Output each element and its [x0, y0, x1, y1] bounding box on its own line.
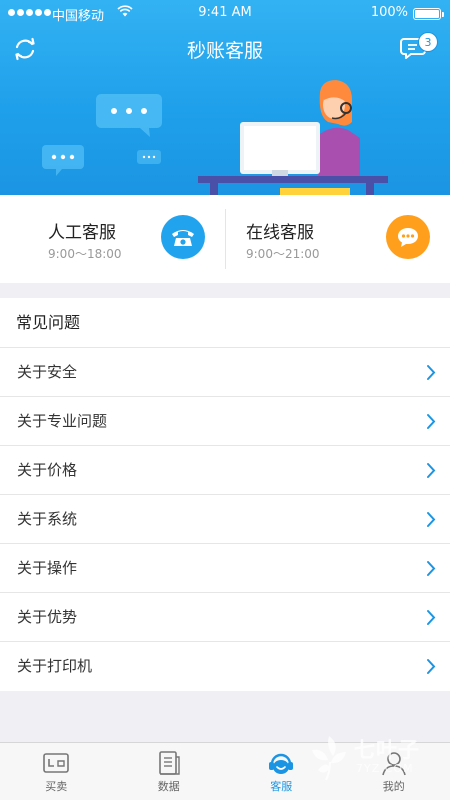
trade-icon	[43, 753, 70, 773]
tab-label: 买卖	[45, 780, 68, 793]
online-chat-button[interactable]	[386, 215, 430, 259]
leaf-logo-icon	[312, 736, 346, 781]
faq-item-security[interactable]: 关于安全	[0, 348, 450, 397]
chevron-right-icon	[427, 414, 436, 429]
faq-item-operation[interactable]: 关于操作	[0, 544, 450, 593]
battery-percent: 100%	[370, 5, 408, 20]
online-service-card[interactable]: 在线客服 9:00～21:00	[225, 195, 450, 283]
faq-item-label: 关于系统	[17, 510, 78, 528]
service-options: 人工客服 9:00～18:00 在线客服 9:00～21:00	[0, 195, 450, 283]
header-banner: 中国移动 9:41 AM 100% 秒账客服 3	[0, 0, 450, 195]
faq-item-advantage[interactable]: 关于优势	[0, 593, 450, 642]
chat-icon	[398, 228, 418, 247]
phone-icon	[172, 230, 194, 246]
faq-item-label: 关于打印机	[17, 657, 93, 675]
chevron-right-icon	[427, 659, 436, 674]
faq-section: 常见问题 关于安全 关于专业问题 关于价格 关于系统 关于操作 关于优势 关于打…	[0, 298, 450, 691]
faq-title: 常见问题	[0, 298, 450, 348]
watermark: 七叶子 7YZ.COM	[306, 732, 436, 784]
chevron-right-icon	[427, 610, 436, 625]
faq-item-label: 关于价格	[17, 461, 78, 479]
message-badge: 3	[418, 32, 438, 52]
nav-bar: 秒账客服 3	[0, 28, 450, 72]
manual-service-card[interactable]: 人工客服 9:00～18:00	[0, 195, 225, 283]
watermark-subtext: 7YZ.COM	[356, 762, 414, 775]
faq-item-professional[interactable]: 关于专业问题	[0, 397, 450, 446]
faq-item-printer[interactable]: 关于打印机	[0, 642, 450, 691]
chevron-right-icon	[427, 512, 436, 527]
data-icon	[158, 751, 180, 775]
service-title: 人工客服	[48, 223, 116, 243]
faq-item-label: 关于安全	[17, 363, 78, 381]
tab-label: 数据	[157, 780, 180, 793]
chevron-right-icon	[427, 365, 436, 380]
tab-data[interactable]: 数据	[113, 743, 226, 800]
service-hours: 9:00～21:00	[246, 247, 320, 261]
service-hours: 9:00～18:00	[48, 247, 122, 261]
faq-item-label: 关于优势	[17, 608, 78, 626]
faq-item-price[interactable]: 关于价格	[0, 446, 450, 495]
faq-item-label: 关于专业问题	[17, 412, 108, 430]
page-title: 秒账客服	[186, 40, 263, 62]
faq-item-label: 关于操作	[17, 559, 78, 577]
status-bar: 中国移动 9:41 AM 100%	[0, 0, 450, 28]
chevron-right-icon	[427, 463, 436, 478]
service-icon	[269, 753, 294, 774]
tab-trade[interactable]: 买卖	[0, 743, 113, 800]
faq-item-system[interactable]: 关于系统	[0, 495, 450, 544]
watermark-text: 七叶子	[354, 738, 420, 762]
battery-icon	[413, 8, 444, 20]
phone-call-button[interactable]	[161, 215, 205, 259]
customer-service-illustration	[42, 80, 388, 195]
chevron-right-icon	[427, 561, 436, 576]
service-title: 在线客服	[246, 223, 314, 243]
